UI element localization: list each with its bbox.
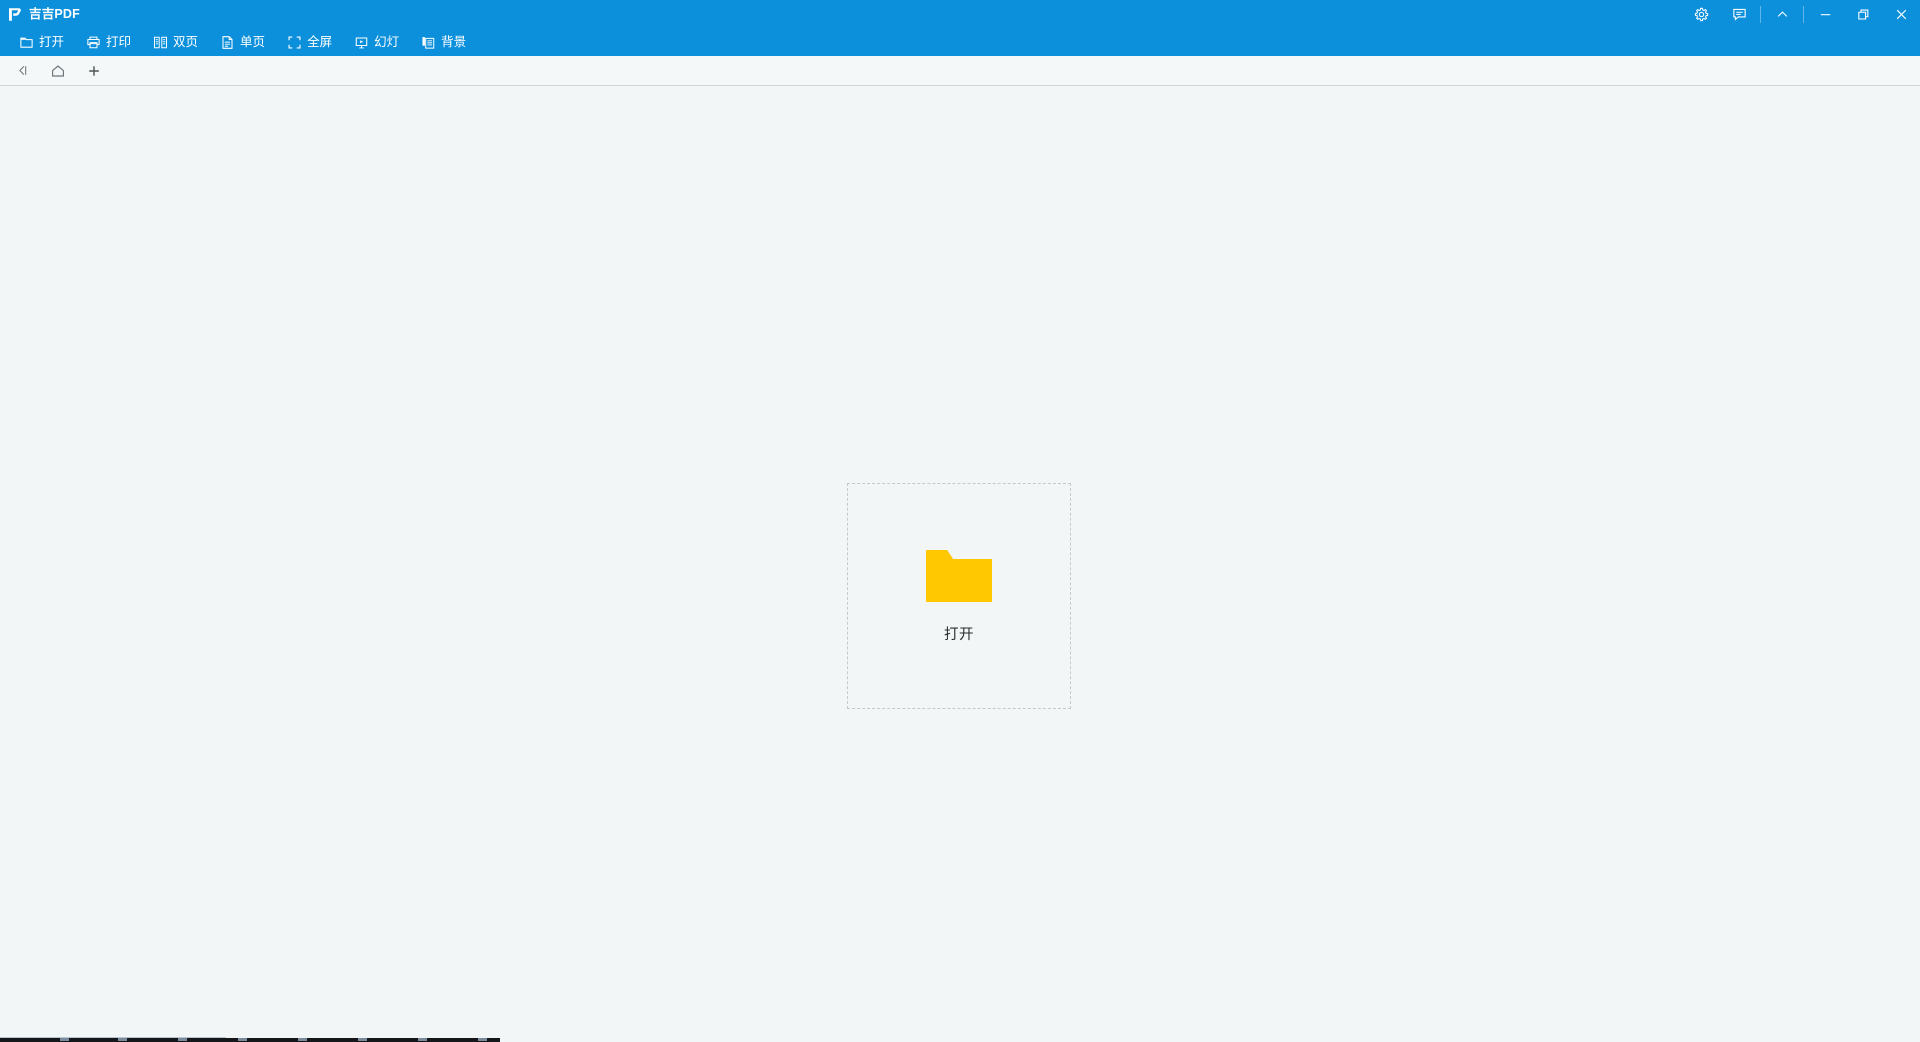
taskbar-pip	[238, 1038, 247, 1041]
window-controls	[1682, 0, 1920, 29]
toolbar-item-print[interactable]: 打印	[75, 29, 142, 56]
chevron-up-icon	[1775, 7, 1790, 22]
app-title: 吉吉PDF	[29, 7, 81, 22]
taskbar-strip	[0, 1038, 500, 1042]
gear-icon	[1694, 7, 1709, 22]
taskbar-pip	[358, 1038, 367, 1041]
taskbar-pip	[118, 1038, 127, 1041]
main-toolbar: 打开 打印 双页 单页 全屏 幻灯 背景	[0, 29, 1920, 56]
toolbar-label-fullscreen: 全屏	[307, 35, 333, 50]
background-icon	[421, 35, 436, 50]
app-window: 吉吉PDF 打开 打印 双页 单页 全屏 幻灯 背景 打开	[0, 0, 1920, 1042]
close-button[interactable]	[1882, 0, 1920, 29]
minimize-icon	[1818, 7, 1833, 22]
tabstrip-home-button[interactable]	[40, 57, 76, 85]
plus-icon	[86, 63, 102, 79]
taskbar-pip	[298, 1038, 307, 1041]
toolbar-label-print: 打印	[106, 35, 132, 50]
taskbar-pip	[418, 1038, 427, 1041]
tabstrip-collapse-left-button[interactable]	[4, 57, 40, 85]
folder-open-icon	[19, 35, 34, 50]
toolbar-item-dual-page[interactable]: 双页	[142, 29, 209, 56]
message-icon	[1732, 7, 1747, 22]
toolbar-item-fullscreen[interactable]: 全屏	[276, 29, 343, 56]
collapse-toolbar-button[interactable]	[1763, 0, 1801, 29]
taskbar-pip	[478, 1038, 487, 1041]
title-bar: 吉吉PDF	[0, 0, 1920, 29]
main-content-area: 打开	[0, 86, 1920, 1042]
toolbar-item-background[interactable]: 背景	[410, 29, 477, 56]
feedback-button[interactable]	[1720, 0, 1758, 29]
close-icon	[1894, 7, 1909, 22]
restore-icon	[1856, 7, 1871, 22]
home-icon	[50, 63, 66, 79]
toolbar-label-slideshow: 幻灯	[374, 35, 400, 50]
settings-gear-button[interactable]	[1682, 0, 1720, 29]
toolbar-item-slideshow[interactable]: 幻灯	[343, 29, 410, 56]
toolbar-label-dual-page: 双页	[173, 35, 199, 50]
tabstrip-new-tab-button[interactable]	[76, 57, 112, 85]
slideshow-icon	[354, 35, 369, 50]
open-file-dropzone-label: 打开	[944, 626, 974, 643]
taskbar-sliver	[0, 1037, 1920, 1042]
open-file-dropzone[interactable]: 打开	[847, 483, 1071, 709]
taskbar-pip	[60, 1038, 69, 1041]
single-page-icon	[220, 35, 235, 50]
printer-icon	[86, 35, 101, 50]
dual-page-icon	[153, 35, 168, 50]
titlebar-divider-1	[1760, 6, 1761, 23]
toolbar-item-open[interactable]: 打开	[8, 29, 75, 56]
toolbar-label-open: 打开	[39, 35, 65, 50]
minimize-button[interactable]	[1806, 0, 1844, 29]
app-brand: 吉吉PDF	[0, 0, 80, 29]
folder-icon	[926, 549, 992, 602]
tab-strip	[0, 56, 1920, 86]
taskbar-pip	[178, 1038, 187, 1041]
titlebar-divider-2	[1803, 6, 1804, 23]
toolbar-label-background: 背景	[441, 35, 467, 50]
maximize-button[interactable]	[1844, 0, 1882, 29]
toolbar-item-single-page[interactable]: 单页	[209, 29, 276, 56]
jiji-p-logo-icon	[6, 6, 23, 23]
toolbar-label-single-page: 单页	[240, 35, 266, 50]
fullscreen-icon	[287, 35, 302, 50]
collapse-left-icon	[15, 63, 30, 78]
